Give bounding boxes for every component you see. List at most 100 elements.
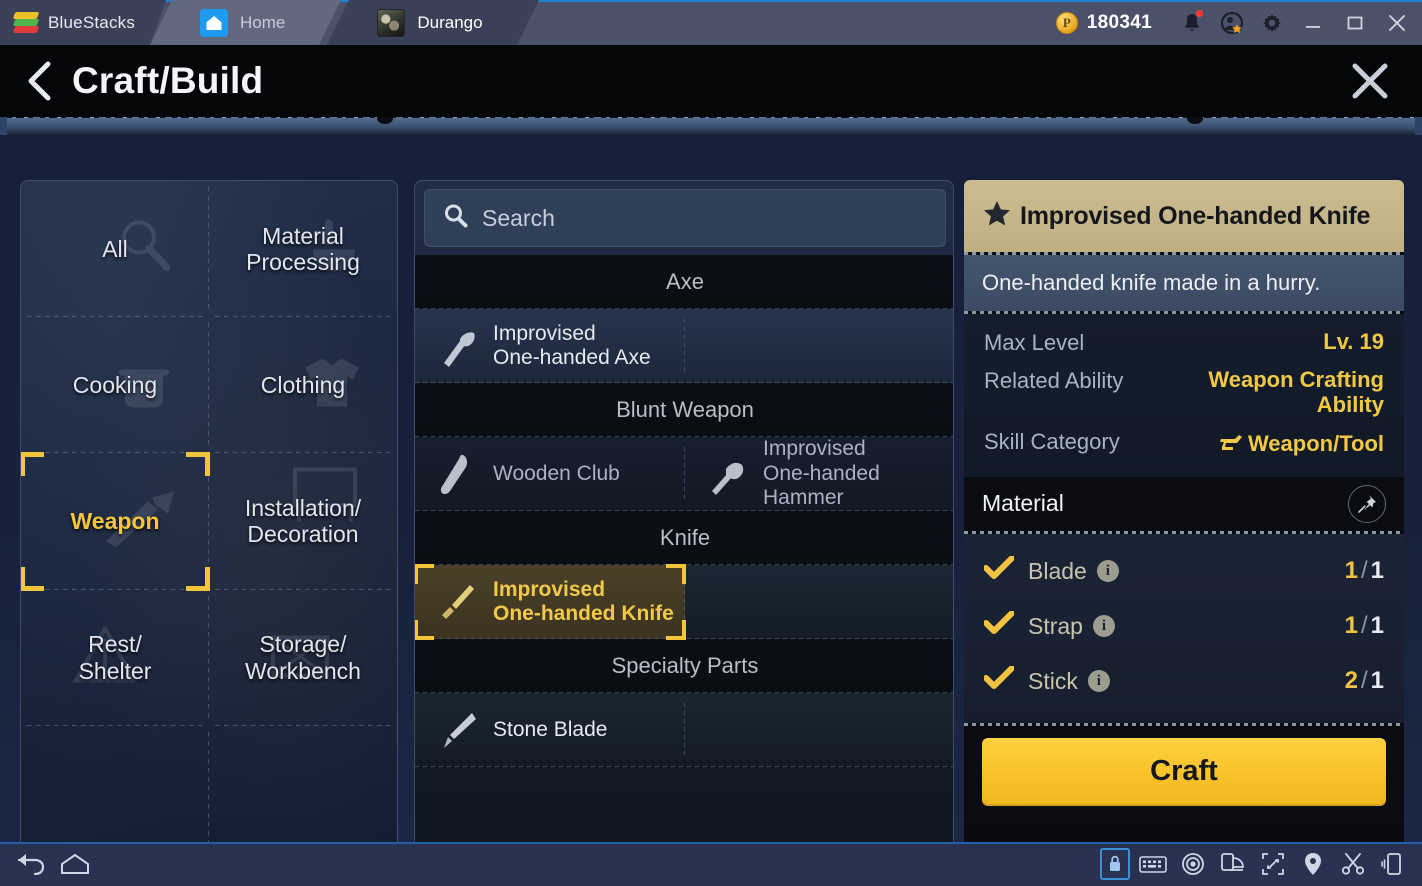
category-empty-right — [209, 726, 397, 842]
category-weapon-label: Weapon — [70, 508, 160, 535]
stat-related-ability: Related Ability Weapon Crafting Ability — [984, 367, 1384, 417]
craft-button[interactable]: Craft — [982, 737, 1386, 806]
detail-title-bar: Improvised One-handed Knife — [964, 180, 1404, 252]
check-icon — [983, 609, 1015, 642]
stat-key: Related Ability — [984, 368, 1124, 393]
stat-key: Max Level — [984, 330, 1085, 355]
category-storage-workbench-label: Storage/ Workbench — [245, 631, 361, 684]
bell-icon[interactable] — [1172, 0, 1212, 45]
screen-content: All Material Processing Cooking Clothing… — [0, 135, 1422, 842]
material-header: Material — [964, 476, 1404, 531]
home-outline-icon[interactable] — [58, 848, 92, 880]
category-storage-workbench[interactable]: Storage/ Workbench — [209, 590, 397, 727]
stat-value: Weapon/Tool — [1247, 430, 1384, 456]
material-need: 1 — [1370, 612, 1384, 640]
recipe-scroll-area[interactable]: Axe Improvised One-handed Axe Blunt Weap… — [415, 255, 953, 842]
recipe-improvised-one-handed-knife[interactable]: Improvised One-handed Knife — [415, 564, 686, 640]
points-display[interactable]: P 180341 — [1055, 11, 1152, 34]
back-arrow-icon[interactable] — [14, 848, 48, 880]
category-grid: All Material Processing Cooking Clothing… — [21, 181, 397, 842]
bluestacks-brand-label: BlueStacks — [48, 12, 136, 32]
minimize-icon[interactable] — [1292, 0, 1334, 45]
stat-value: Lv. 19 — [1323, 329, 1384, 354]
category-installation-decoration[interactable]: Installation/ Decoration — [209, 453, 397, 590]
material-need: 1 — [1370, 557, 1384, 585]
recipe-name: Wooden Club — [493, 461, 620, 485]
group-header-blunt-weapon: Blunt Weapon — [415, 383, 953, 437]
recipe-list-panel: Search Axe Improvised One-handed Axe Blu… — [414, 180, 954, 842]
material-name: Strap — [1028, 612, 1083, 639]
category-all[interactable]: All — [21, 181, 209, 318]
rotate-device-icon[interactable] — [1216, 848, 1250, 880]
eye-target-icon[interactable] — [1176, 848, 1210, 880]
detail-stats: Max Level Lv. 19 Related Ability Weapon … — [964, 314, 1404, 477]
tab-durango-label: Durango — [417, 12, 483, 32]
bluestacks-logo-icon — [12, 11, 40, 34]
account-star-icon[interactable] — [1212, 0, 1252, 45]
search-icon — [443, 203, 468, 233]
material-row-stick: Stick i 2/1 — [983, 654, 1384, 709]
points-coin-icon: P — [1055, 11, 1078, 34]
recipe-wooden-club[interactable]: Wooden Club — [415, 437, 685, 511]
pin-icon[interactable] — [1348, 484, 1386, 523]
category-clothing[interactable]: Clothing — [209, 317, 397, 454]
bottom-bar-right — [1100, 848, 1422, 880]
search-input[interactable]: Search — [424, 189, 946, 247]
detail-description: One-handed knife made in a hurry. — [964, 255, 1404, 311]
tab-home-label: Home — [240, 12, 286, 32]
check-icon — [983, 664, 1015, 697]
category-cooking[interactable]: Cooking — [21, 317, 209, 454]
back-chevron-icon[interactable] — [22, 59, 56, 103]
table-row: Improvised One-handed Axe — [415, 309, 953, 383]
recipe-empty-slot — [685, 693, 953, 767]
category-weapon[interactable]: Weapon — [21, 452, 210, 591]
gear-icon[interactable] — [1252, 0, 1292, 45]
bluestacks-brand: BlueStacks — [0, 0, 166, 45]
recipe-empty-slot — [685, 565, 953, 639]
recipe-stone-blade[interactable]: Stone Blade — [415, 693, 685, 767]
material-have: 1 — [1344, 557, 1358, 585]
hammer-icon — [703, 450, 751, 498]
bottom-bar-left — [0, 848, 92, 880]
info-icon[interactable]: i — [1087, 670, 1110, 693]
search-placeholder: Search — [482, 204, 555, 231]
recipe-name: Improvised One-handed Axe — [493, 321, 651, 369]
recipe-improvised-one-handed-axe[interactable]: Improvised One-handed Axe — [415, 309, 685, 383]
star-icon — [982, 199, 1012, 234]
fullscreen-icon[interactable] — [1256, 848, 1290, 880]
close-icon[interactable] — [1376, 0, 1418, 45]
stone-blade-icon — [433, 706, 481, 754]
tab-durango[interactable]: Durango — [327, 0, 539, 45]
close-screen-icon[interactable] — [1348, 59, 1392, 103]
group-header-knife-label: Knife — [659, 525, 711, 550]
recipe-improvised-one-handed-hammer[interactable]: Improvised One-handed Hammer — [685, 437, 953, 511]
recipe-name: Stone Blade — [493, 717, 608, 741]
stat-skill-category: Skill Category Weapon/Tool — [984, 429, 1384, 459]
category-all-label: All — [102, 235, 128, 262]
group-header-knife: Knife — [415, 511, 953, 565]
maximize-icon[interactable] — [1334, 0, 1376, 45]
category-rest-shelter[interactable]: Rest/ Shelter — [21, 590, 209, 727]
location-pin-icon[interactable] — [1296, 848, 1330, 880]
keyboard-icon[interactable] — [1136, 848, 1170, 880]
detail-panel: Improvised One-handed Knife One-handed k… — [964, 180, 1404, 842]
category-empty-left — [21, 726, 209, 842]
material-need: 1 — [1370, 667, 1384, 695]
info-icon[interactable]: i — [1096, 560, 1119, 583]
scissors-icon[interactable] — [1336, 848, 1370, 880]
material-count: 1/1 — [1344, 612, 1384, 640]
shake-device-icon[interactable] — [1376, 848, 1410, 880]
material-have: 2 — [1344, 667, 1358, 695]
category-material-processing[interactable]: Material Processing — [209, 181, 397, 318]
tab-home[interactable]: Home — [149, 0, 342, 45]
knife-icon — [433, 578, 481, 626]
lock-orientation-icon[interactable] — [1100, 848, 1130, 880]
bluestacks-window: BlueStacks Home Durango P 180341 Craft/B… — [0, 0, 1422, 886]
info-icon[interactable]: i — [1092, 615, 1115, 638]
bluestacks-bottom-bar — [0, 842, 1422, 886]
titlebar-actions: P 180341 — [1055, 0, 1422, 45]
club-icon — [433, 450, 481, 498]
group-header-axe: Axe — [415, 255, 953, 309]
recipe-name: Improvised One-handed Knife — [493, 577, 674, 625]
category-rest-shelter-label: Rest/ Shelter — [78, 631, 152, 684]
